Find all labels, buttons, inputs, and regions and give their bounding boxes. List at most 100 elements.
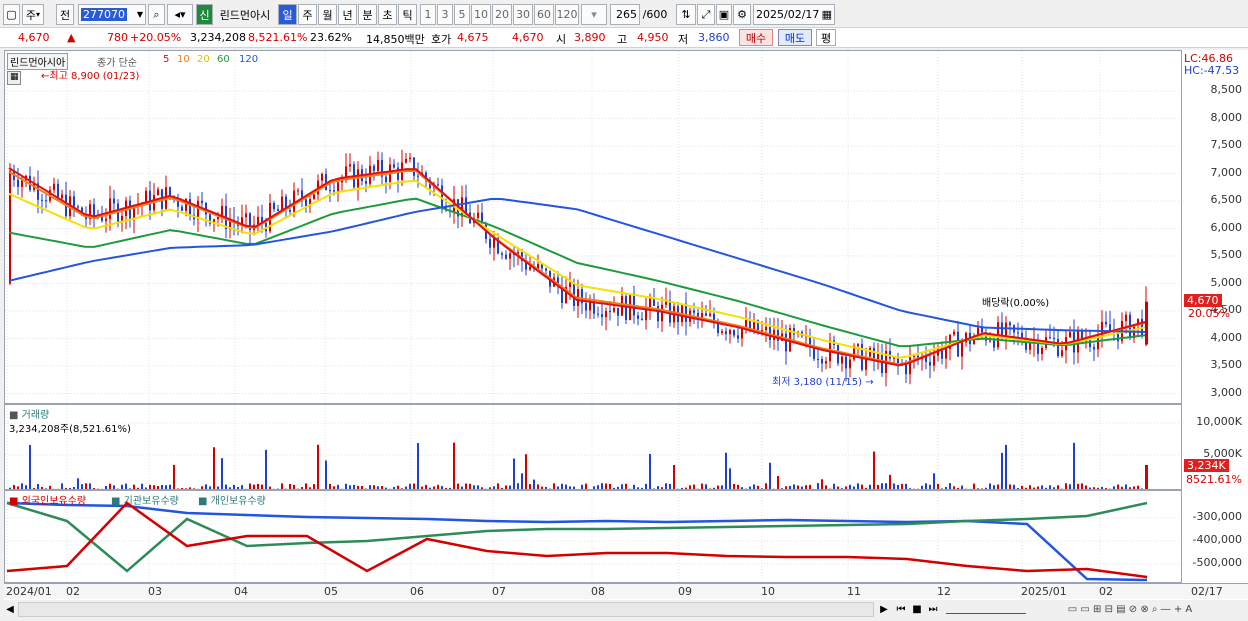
x-tick: 05 <box>324 585 338 598</box>
volume-bar <box>85 483 87 489</box>
candle-body <box>113 198 115 204</box>
volume-bar <box>645 483 647 489</box>
period-second[interactable]: 초 <box>378 4 397 25</box>
chart-tools[interactable]: ▭ ▭ ⊞ ⊟ ▤ ⊘ ⊗ ⌕ ― + A <box>1030 602 1230 617</box>
minute-5[interactable]: 5 <box>454 4 470 25</box>
volume-bar <box>169 484 171 489</box>
count-input[interactable]: 265 <box>610 4 640 25</box>
chart-tool-icon[interactable]: ⇅ <box>676 4 696 25</box>
volume-bar <box>165 485 167 489</box>
zoom-slider[interactable] <box>946 606 1026 614</box>
gear-icon[interactable]: ⚙ <box>733 4 751 25</box>
volume-bar <box>649 453 651 489</box>
candle-body <box>693 310 695 313</box>
buy-button[interactable]: 매수 <box>739 29 773 46</box>
volume-pane[interactable]: ■ 거래량 3,234,208주(8,521.61%) <box>4 404 1182 490</box>
code-input[interactable]: 277070 ▼ <box>78 4 146 25</box>
volume-bar <box>609 483 611 489</box>
y-tick: 8,000 <box>1210 110 1243 124</box>
sin-badge: 신 <box>196 4 213 25</box>
save-icon[interactable]: ▣ <box>716 4 732 25</box>
date-input[interactable]: 2025/02/17 ▦ <box>753 4 835 25</box>
volume-bar <box>885 483 887 489</box>
candle-body <box>1041 347 1043 354</box>
rewind-icon[interactable]: ⏮ <box>894 602 908 617</box>
candle-body <box>405 158 407 163</box>
minute-20[interactable]: 20 <box>492 4 512 25</box>
search-icon[interactable]: ⌕ <box>148 4 165 25</box>
stop-icon[interactable]: ■ <box>910 602 924 617</box>
volume-bar <box>717 485 719 489</box>
scrollbar-track[interactable] <box>18 602 874 617</box>
low-note: 최저 3,180 (11/15) → <box>772 377 874 388</box>
prev-button[interactable]: 전 <box>56 4 74 25</box>
volume-pct: 8,521.61% <box>248 31 308 44</box>
price-pane[interactable]: 린드먼아시아 종가 단순 5 10 20 60 120 ▦ ←최고 8,900 … <box>4 50 1182 404</box>
candle-body <box>169 187 171 197</box>
high-note: ←최고 8,900 (01/23) <box>41 71 140 82</box>
calendar-icon[interactable]: ▦ <box>822 8 832 21</box>
legend-ma60: 60 <box>217 54 230 65</box>
period-minute[interactable]: 분 <box>358 4 377 25</box>
period-day[interactable]: 일 <box>278 4 297 25</box>
period-year[interactable]: 년 <box>338 4 357 25</box>
crosshair-icon[interactable]: ⤢ <box>697 4 715 25</box>
volume-bar <box>805 485 807 489</box>
volume-bar <box>789 485 791 489</box>
volume-bar <box>641 487 643 489</box>
volume-bar <box>953 486 955 489</box>
scroll-left-icon[interactable]: ◀ <box>4 602 16 617</box>
volume-bar <box>1137 485 1139 489</box>
candle-body <box>933 355 935 366</box>
volume-bar <box>1057 485 1059 489</box>
candle-body <box>273 203 275 210</box>
scroll-right-icon[interactable]: ▶ <box>878 602 890 617</box>
type-select[interactable]: 주 ▾ <box>22 4 44 25</box>
volume-bar <box>617 486 619 489</box>
volume-bar <box>185 488 187 489</box>
volume-bar <box>925 483 927 489</box>
period-tick[interactable]: 틱 <box>398 4 417 25</box>
volume-bar <box>1053 487 1055 489</box>
minute-10[interactable]: 10 <box>471 4 491 25</box>
volume-bar <box>173 464 175 489</box>
volume-bar <box>777 476 779 489</box>
volume-bar <box>857 483 859 489</box>
sell-button[interactable]: 매도 <box>778 29 812 46</box>
candle-body <box>1025 342 1027 350</box>
period-week[interactable]: 주 <box>298 4 317 25</box>
volume-bar <box>613 487 615 489</box>
holding-pane[interactable]: ■ 외국인보유수량 ■ 기관보유수량 ■ 개인보유수량 <box>4 490 1182 583</box>
speaker-icon[interactable]: ◂▾ <box>167 4 193 25</box>
candle-body <box>929 361 931 366</box>
volume-bar <box>753 484 755 489</box>
layout-icon[interactable]: ▢ <box>3 4 20 25</box>
volume-chart <box>5 405 1181 489</box>
period-month[interactable]: 월 <box>318 4 337 25</box>
last-price-tag: 4,670 <box>1184 294 1222 307</box>
minute-60[interactable]: 60 <box>534 4 554 25</box>
volume-bar <box>109 483 111 489</box>
grid-icon[interactable]: ▦ <box>7 71 21 85</box>
candle-body <box>417 175 419 177</box>
volume-bar <box>633 484 635 489</box>
volume-bar <box>229 487 231 489</box>
minute-3[interactable]: 3 <box>437 4 453 25</box>
minute-120[interactable]: 120 <box>555 4 579 25</box>
volume-bar <box>249 483 251 489</box>
minute-1[interactable]: 1 <box>420 4 436 25</box>
candle-body <box>1061 350 1063 357</box>
y-tick: 3,000 <box>1210 385 1243 399</box>
candle-body <box>373 165 375 171</box>
candle-body <box>961 342 963 357</box>
minute-30[interactable]: 30 <box>513 4 533 25</box>
minute-dropdown[interactable]: ▾ <box>581 4 607 25</box>
candle-body <box>845 356 847 369</box>
volume-bar <box>725 452 727 489</box>
candle-body <box>441 185 443 208</box>
chart-area[interactable]: 린드먼아시아 종가 단순 5 10 20 60 120 ▦ ←최고 8,900 … <box>4 50 1248 600</box>
forward-icon[interactable]: ⏭ <box>926 602 940 617</box>
ma20-line <box>8 179 1146 359</box>
eval-button[interactable]: 평 <box>816 29 836 46</box>
volume-bar <box>465 483 467 489</box>
